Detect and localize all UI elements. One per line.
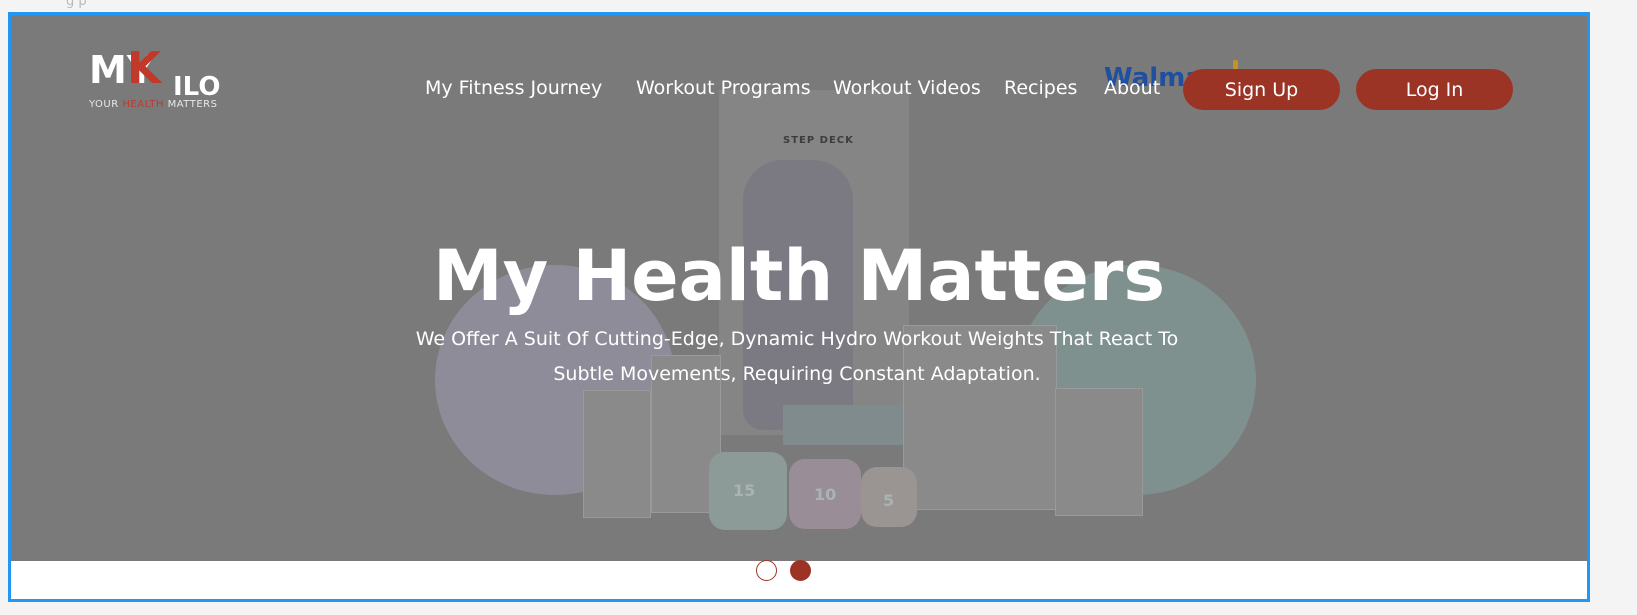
dumbbell-number: 5 (883, 491, 895, 510)
nav-my-fitness-journey[interactable]: My Fitness Journey (425, 77, 602, 99)
site-logo[interactable]: MY K ILO YOUR HEALTH MATTERS (89, 49, 239, 113)
logo-tagline: YOUR HEALTH MATTERS (89, 99, 217, 110)
carousel-dot-2[interactable] (790, 560, 811, 581)
dumbbell-number: 10 (814, 485, 837, 504)
hero-subtitle: We Offer A Suit Of Cutting-Edge, Dynamic… (415, 328, 1179, 385)
sign-up-button[interactable]: Sign Up (1183, 69, 1340, 110)
logo-tagline-prefix: YOUR (89, 99, 123, 110)
product-box-wrist-weights (1055, 388, 1143, 516)
top-fragment-text: g p (66, 0, 87, 9)
step-platform (783, 405, 903, 445)
logo-k: K (127, 49, 163, 94)
product-box-ankle-weights (583, 390, 651, 518)
nav-recipes[interactable]: Recipes (1004, 77, 1077, 99)
carousel-dots (756, 560, 811, 581)
nav-workout-videos[interactable]: Workout Videos (833, 77, 981, 99)
step-deck-label: STEP DECK (783, 135, 854, 146)
nav-workout-programs[interactable]: Workout Programs (636, 77, 811, 99)
hero-slider-frame: STEP DECK 15 10 5 MY K ILO YOUR HEALTH M… (8, 12, 1590, 602)
carousel-dot-1[interactable] (756, 560, 777, 581)
logo-tagline-accent: HEALTH (122, 99, 164, 110)
hero-title: My Health Matters (432, 235, 1166, 317)
logo-mark-icon: MY K ILO (89, 49, 220, 97)
log-in-button[interactable]: Log In (1356, 69, 1513, 110)
logo-ilo: ILO (173, 72, 220, 97)
logo-tagline-suffix: MATTERS (163, 99, 218, 110)
dumbbell-number: 15 (733, 481, 756, 500)
hero-banner: STEP DECK 15 10 5 MY K ILO YOUR HEALTH M… (11, 15, 1587, 561)
nav-about[interactable]: About (1104, 77, 1160, 99)
